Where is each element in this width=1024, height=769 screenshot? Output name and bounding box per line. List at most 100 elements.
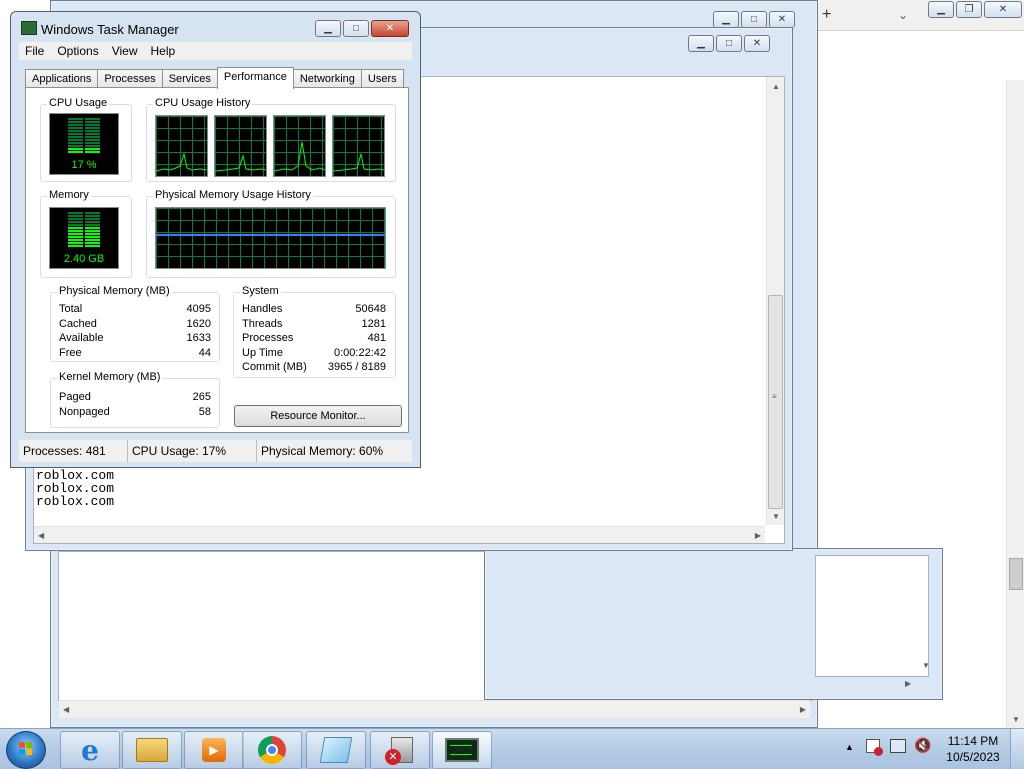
cpu-meter-segment <box>68 118 83 120</box>
scroll-up-icon[interactable]: ▲ <box>772 82 780 91</box>
cpu-meter-segment <box>68 127 83 129</box>
restore-icon[interactable]: ❐ <box>956 1 982 18</box>
stat-value: 1620 <box>186 318 211 330</box>
media-player-icon: ▶ <box>202 738 226 762</box>
stat-row: Free 44 <box>59 347 211 359</box>
taskbar-error-app[interactable]: ✕ <box>370 731 430 769</box>
taskbar-file-explorer[interactable] <box>122 731 182 769</box>
tab-performance[interactable]: Performance <box>216 67 294 89</box>
close-icon[interactable]: ✕ <box>769 11 795 28</box>
background-large-hscroll[interactable]: ◀ ▶ <box>59 700 810 718</box>
error-app-icon: ✕ <box>385 735 415 765</box>
cpu-meter-segment <box>85 145 100 147</box>
cpu-usage-group: CPU Usage 17 % <box>40 97 132 182</box>
scroll-down-icon[interactable]: ▼ <box>922 661 930 670</box>
cpu-meter-segment <box>68 145 83 147</box>
desktop-edge-vscroll[interactable]: ▼ <box>1006 80 1024 728</box>
stat-value: 50648 <box>355 303 386 315</box>
memory-meter-segment <box>85 212 100 214</box>
scroll-left-icon[interactable]: ◀ <box>63 705 69 714</box>
memory-meter-segment <box>85 242 100 244</box>
memory-label: Memory <box>47 189 91 201</box>
stat-value: 0:00:22:42 <box>334 347 386 359</box>
network-icon[interactable] <box>890 739 906 753</box>
tab-networking[interactable]: Networking <box>292 69 362 88</box>
notepad-vscroll[interactable]: ▲ ≡ ▼ <box>766 77 784 525</box>
volume-muted-icon[interactable]: 🔇 <box>914 737 931 754</box>
show-desktop-button[interactable] <box>1010 729 1024 769</box>
close-icon[interactable]: ✕ <box>371 20 409 37</box>
task-manager-caption-buttons: ▁ □ ✕ <box>315 20 409 37</box>
show-hidden-icons-chevron-icon[interactable]: ▲ <box>845 742 854 752</box>
menu-view[interactable]: View <box>106 42 145 60</box>
taskbar-media-player[interactable]: ▶ <box>184 731 244 769</box>
scroll-right-icon[interactable]: ▶ <box>755 531 761 540</box>
scroll-down-icon[interactable]: ▼ <box>772 512 780 521</box>
close-icon[interactable]: ✕ <box>984 1 1022 18</box>
maximize-icon[interactable]: □ <box>741 11 767 28</box>
cpu-history-graph-4 <box>332 115 385 177</box>
stat-row: Threads 1281 <box>242 318 386 330</box>
close-icon[interactable]: ✕ <box>744 35 770 52</box>
window-title: Windows Task Manager <box>41 22 179 37</box>
action-center-flag-icon[interactable] <box>866 739 883 756</box>
scroll-thumb[interactable] <box>1009 558 1023 590</box>
clock[interactable]: 11:14 PM 10/5/2023 <box>940 734 1006 764</box>
scroll-left-icon[interactable]: ◀ <box>38 531 44 540</box>
minimize-icon[interactable]: ▁ <box>315 20 341 37</box>
scroll-thumb[interactable]: ≡ <box>768 295 783 509</box>
memory-meter-segment <box>85 224 100 226</box>
memory-meter-segment <box>85 230 100 232</box>
stat-label: Paged <box>59 391 91 403</box>
memory-history-line <box>156 234 385 236</box>
cpu-meter-segment <box>68 142 83 144</box>
background-large-caption-buttons: ▁ □ ✕ <box>713 11 795 28</box>
cpu-meter-segment <box>68 133 83 135</box>
cpu-meter-bars <box>68 118 100 156</box>
memory-meter-segment <box>68 212 83 214</box>
background-middle-client[interactable] <box>815 555 929 677</box>
tab-processes[interactable]: Processes <box>97 69 163 88</box>
taskbar-chrome[interactable] <box>242 731 302 769</box>
maximize-icon[interactable]: □ <box>716 35 742 52</box>
memory-meter-segment <box>68 242 83 244</box>
cpu-meter-segment <box>85 130 100 132</box>
menu-help[interactable]: Help <box>145 42 183 60</box>
taskbar-task-manager[interactable] <box>432 731 492 769</box>
memory-meter-bars <box>68 212 100 250</box>
status-cpu-usage: CPU Usage: 17% <box>128 440 257 462</box>
tab-services[interactable]: Services <box>161 69 218 88</box>
menu-file[interactable]: File <box>19 42 51 60</box>
cpu-history-group: CPU Usage History <box>146 97 396 182</box>
scroll-down-icon[interactable]: ▼ <box>1012 715 1020 724</box>
new-tab-plus-icon[interactable]: + <box>822 6 831 24</box>
memory-meter-segment <box>85 236 100 238</box>
scroll-right-icon[interactable]: ▶ <box>905 679 911 688</box>
maximize-icon[interactable]: □ <box>343 20 369 37</box>
minimize-icon[interactable]: ▁ <box>688 35 714 52</box>
chevron-down-icon[interactable]: ⌄ <box>898 8 908 22</box>
memory-meter-segment <box>85 218 100 220</box>
cpu-meter-segment <box>85 127 100 129</box>
menu-options[interactable]: Options <box>51 42 105 60</box>
cpu-history-graph-1 <box>155 115 208 177</box>
notepad-hscroll[interactable]: ◀ ▶ <box>34 526 765 543</box>
taskbar-internet-explorer[interactable]: e <box>60 731 120 769</box>
memory-usage-value: 2.40 GB <box>63 253 105 265</box>
minimize-icon[interactable]: ▁ <box>928 1 954 18</box>
minimize-icon[interactable]: ▁ <box>713 11 739 28</box>
scroll-right-icon[interactable]: ▶ <box>800 705 806 714</box>
windows-orb-icon[interactable] <box>6 731 46 769</box>
stat-label: Available <box>59 332 104 344</box>
tab-users[interactable]: Users <box>360 69 404 88</box>
cpu-meter-segment <box>85 148 100 150</box>
stat-value: 3965 / 8189 <box>327 361 386 373</box>
resource-monitor-button[interactable]: Resource Monitor... <box>234 405 402 427</box>
taskbar-notepad[interactable] <box>306 731 366 769</box>
tab-applications[interactable]: Applications <box>25 69 99 88</box>
taskbar: e ▶ ✕ ▲ 🔇 11:14 PM 10/5/2023 <box>0 728 1024 769</box>
kernel-memory-group: Kernel Memory (MB) Paged 265 Nonpaged 58 <box>50 371 220 428</box>
performance-panel: CPU Usage 17 % CPU Usage History Memory … <box>25 87 409 433</box>
cpu-history-label: CPU Usage History <box>153 97 253 109</box>
stat-value: 1281 <box>361 318 386 330</box>
